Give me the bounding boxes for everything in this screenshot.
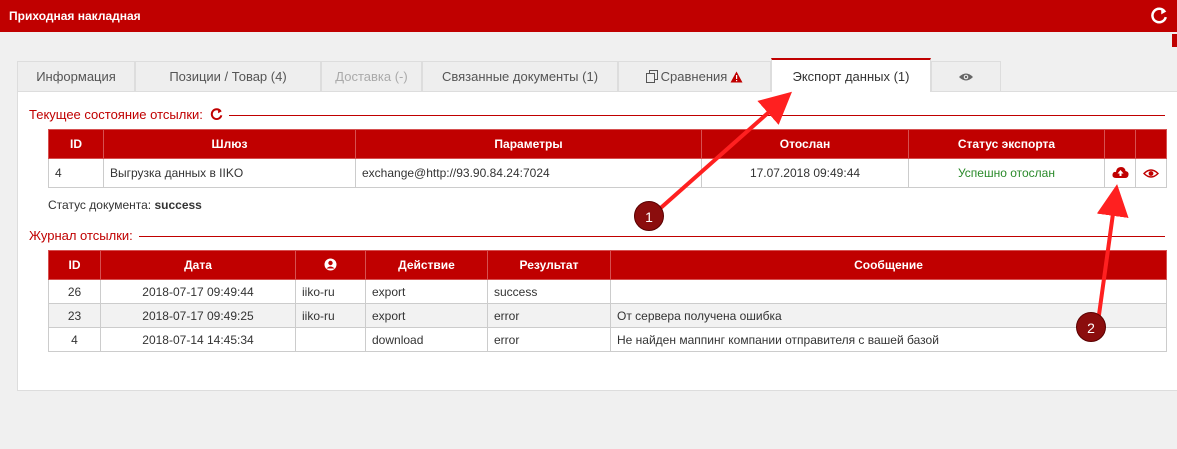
- tab-info[interactable]: Информация: [17, 61, 135, 91]
- document-status: Статус документа: success: [48, 198, 202, 212]
- window-title: Приходная накладная: [9, 9, 141, 23]
- col-header-date: Дата: [100, 250, 296, 280]
- cell-id: 4: [48, 327, 101, 352]
- col-header-export-status: Статус экспорта: [908, 129, 1105, 159]
- col-header-gateway: Шлюз: [103, 129, 356, 159]
- col-header-user: [295, 250, 366, 280]
- col-header-id: ID: [48, 250, 101, 280]
- tab-preview[interactable]: [931, 61, 1001, 91]
- col-header-sent: Отослан: [701, 129, 909, 159]
- eye-icon: [959, 73, 973, 81]
- col-header-id: ID: [48, 129, 104, 159]
- refresh-icon[interactable]: [210, 108, 223, 121]
- cell-user: [295, 327, 366, 352]
- export-state-title: Текущее состояние отсылки:: [29, 107, 203, 122]
- refresh-icon[interactable]: [1150, 7, 1168, 25]
- tab-label: Позиции / Товар (4): [169, 69, 287, 84]
- document-status-label: Статус документа:: [48, 198, 152, 212]
- cell-sent: 17.07.2018 09:49:44: [701, 158, 909, 188]
- tab-label: Информация: [36, 69, 116, 84]
- table-header-row: ID Дата Действие Результат Сообщение: [48, 250, 1167, 280]
- col-header-upload: [1104, 129, 1136, 159]
- tab-label: Сравнения: [660, 69, 728, 84]
- cell-action: export: [365, 279, 488, 304]
- col-header-message: Сообщение: [610, 250, 1167, 280]
- panel-edge-marker: [1172, 34, 1177, 47]
- journal-title: Журнал отсылки:: [29, 228, 133, 243]
- col-header-view: [1135, 129, 1167, 159]
- journal-table: ID Дата Действие Результат Сообщение 26 …: [48, 250, 1167, 352]
- cell-date: 2018-07-17 09:49:25: [100, 303, 296, 328]
- cell-gateway: Выгрузка данных в IIKO: [103, 158, 356, 188]
- export-state-heading: Текущее состояние отсылки:: [29, 107, 229, 122]
- cell-params: exchange@http://93.90.84.24:7024: [355, 158, 702, 188]
- annotation-badge-1: 1: [634, 201, 664, 231]
- upload-cell: [1104, 158, 1136, 188]
- cell-date: 2018-07-14 14:45:34: [100, 327, 296, 352]
- table-row: 4 2018-07-14 14:45:34 download error Не …: [48, 327, 1167, 352]
- export-state-table: ID Шлюз Параметры Отослан Статус экспорт…: [48, 129, 1167, 188]
- cell-user: iiko-ru: [295, 303, 366, 328]
- col-header-action: Действие: [365, 250, 488, 280]
- tab-label: Доставка (-): [335, 69, 408, 84]
- cell-action: download: [365, 327, 488, 352]
- journal-heading: Журнал отсылки:: [29, 228, 139, 243]
- tab-positions[interactable]: Позиции / Товар (4): [135, 61, 321, 91]
- cell-action: export: [365, 303, 488, 328]
- copy-icon: [645, 70, 658, 83]
- cell-export-status: Успешно отослан: [908, 158, 1105, 188]
- cell-result: error: [487, 303, 611, 328]
- cell-result: success: [487, 279, 611, 304]
- tab-comparisons[interactable]: Сравнения: [618, 61, 771, 91]
- table-row: 26 2018-07-17 09:49:44 iiko-ru export su…: [48, 279, 1167, 304]
- cloud-upload-icon[interactable]: [1111, 166, 1129, 179]
- cell-date: 2018-07-17 09:49:44: [100, 279, 296, 304]
- tab-delivery[interactable]: Доставка (-): [321, 61, 422, 91]
- tab-label: Экспорт данных (1): [792, 69, 910, 84]
- col-header-result: Результат: [487, 250, 611, 280]
- cell-id: 4: [48, 158, 104, 188]
- cell-id: 26: [48, 279, 101, 304]
- view-cell: [1135, 158, 1167, 188]
- col-header-params: Параметры: [355, 129, 702, 159]
- warning-icon: [730, 71, 743, 83]
- user-icon: [324, 258, 337, 271]
- cell-user: iiko-ru: [295, 279, 366, 304]
- eye-icon[interactable]: [1143, 168, 1159, 179]
- annotation-badge-2: 2: [1076, 312, 1106, 342]
- cell-message: [610, 279, 1167, 304]
- section-divider: [29, 236, 1165, 237]
- cell-result: error: [487, 327, 611, 352]
- table-row: 23 2018-07-17 09:49:25 iiko-ru export er…: [48, 303, 1167, 328]
- cell-id: 23: [48, 303, 101, 328]
- window-titlebar: Приходная накладная: [0, 0, 1177, 32]
- tab-related-documents[interactable]: Связанные документы (1): [422, 61, 618, 91]
- table-row: 4 Выгрузка данных в IIKO exchange@http:/…: [48, 158, 1167, 188]
- document-status-value: success: [154, 198, 202, 212]
- tab-data-export[interactable]: Экспорт данных (1): [771, 58, 931, 92]
- tab-label: Связанные документы (1): [441, 69, 599, 84]
- table-header-row: ID Шлюз Параметры Отослан Статус экспорт…: [48, 129, 1167, 159]
